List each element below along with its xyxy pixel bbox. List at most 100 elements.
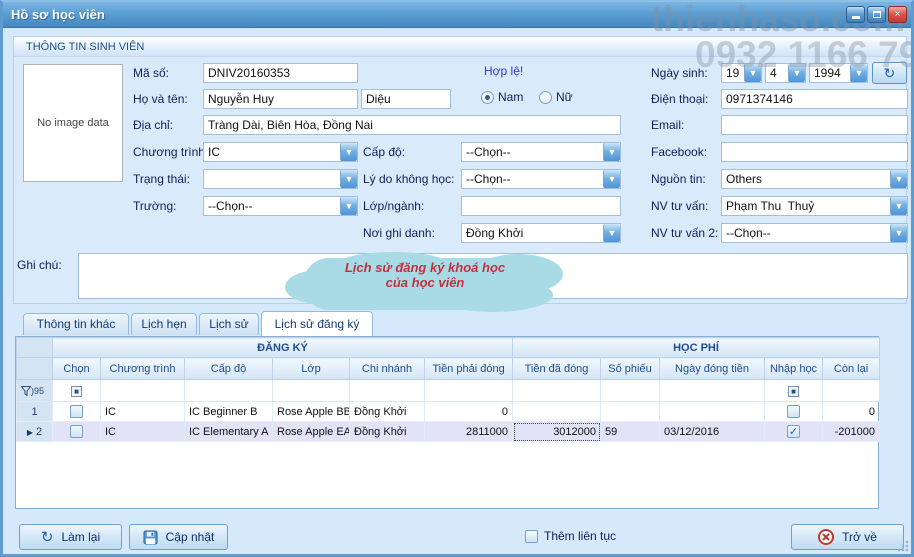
maximize-button[interactable] (867, 6, 886, 23)
label-nv-tu-van-2: NV tư vấn 2: (651, 226, 718, 240)
window-title: Hồ sơ học viên (11, 7, 105, 22)
band-hoc-phi: HỌC PHÍ (513, 338, 880, 358)
chevron-down-icon[interactable]: ▼ (340, 143, 357, 161)
tab-lich-hen[interactable]: Lịch hẹn (131, 313, 197, 335)
col-chi-nhanh[interactable]: Chi nhánh (350, 358, 425, 380)
phone-input[interactable] (721, 89, 908, 109)
focused-cell[interactable]: 3012000 (513, 422, 601, 442)
col-ngay-dong-tien[interactable]: Ngày đóng tiền (660, 358, 765, 380)
col-nhap-hoc[interactable]: Nhập học (765, 358, 823, 380)
radio-icon (481, 91, 494, 104)
gender-radio-nu[interactable]: Nữ (539, 90, 573, 104)
update-button[interactable]: Cập nhật (129, 524, 228, 550)
consultant2-combo[interactable]: --Chọn-- ▼ (721, 223, 908, 243)
label-ghi-chu: Ghi chú: (17, 258, 62, 272)
refresh-id-button[interactable]: ↻ (872, 62, 907, 84)
source-combo[interactable]: Others ▼ (721, 169, 908, 189)
tab-thong-tin-khac[interactable]: Thông tin khác (23, 313, 129, 335)
chevron-down-icon[interactable]: ▼ (890, 224, 907, 242)
enrollment-place-combo[interactable]: Đồng Khởi ▼ (461, 223, 621, 243)
col-chon[interactable]: Chọn (53, 358, 101, 380)
label-trang-thai: Trạng thái: (133, 172, 190, 186)
groupbox-title: THÔNG TIN SINH VIÊN (14, 37, 906, 57)
label-chuong-trinh: Chương trình: (133, 145, 208, 159)
label-nv-tu-van: NV tư vấn: (651, 199, 708, 213)
cancel-icon (818, 529, 834, 545)
tab-lich-su-dang-ky[interactable]: Lịch sử đăng ký (261, 311, 373, 336)
level-combo[interactable]: --Chọn-- ▼ (461, 142, 621, 162)
chevron-down-icon[interactable]: ▼ (340, 170, 357, 188)
col-so-phieu[interactable]: Số phiếu (601, 358, 660, 380)
filter-row: )95 ■ ■ (17, 380, 880, 402)
chevron-down-icon[interactable]: ▼ (603, 143, 620, 161)
address-input[interactable] (203, 115, 621, 135)
back-button[interactable]: Trở về (791, 524, 904, 550)
table-row: 1 IC IC Beginner B Rose Apple BB Đồng Kh… (17, 402, 880, 422)
table-row-selected: ▶ 2 IC IC Elementary A Rose Apple EA Đồn… (17, 422, 880, 442)
label-ly-do: Lý do không học: (363, 172, 454, 186)
first-name-input[interactable] (203, 89, 358, 109)
status-combo[interactable]: ▼ (203, 169, 358, 189)
col-chuong-trinh[interactable]: Chương trình (101, 358, 185, 380)
row-number[interactable]: 1 (17, 402, 53, 422)
col-tien-phai-dong[interactable]: Tiền phải đóng (425, 358, 513, 380)
col-lop[interactable]: Lớp (273, 358, 350, 380)
close-button[interactable]: × (888, 6, 907, 23)
refresh-icon: ↻ (41, 528, 54, 546)
chevron-down-icon[interactable]: ▼ (340, 197, 357, 215)
consultant-combo[interactable]: Phạm Thu Thuỷ ▼ (721, 196, 908, 216)
band-indicator (17, 338, 53, 358)
continuous-add-checkbox[interactable]: Thêm liên tục (525, 529, 616, 543)
filter-box-icon: ■ (788, 386, 799, 397)
radio-icon (539, 91, 552, 104)
enrolled-checkbox[interactable] (787, 405, 800, 418)
facebook-input[interactable] (721, 142, 908, 162)
resize-grip[interactable] (897, 540, 909, 552)
close-icon: × (895, 9, 901, 20)
valid-status-label: Hợp lệ! (484, 64, 523, 78)
reset-button[interactable]: ↻ Làm lại (19, 524, 122, 550)
chevron-down-icon[interactable]: ▼ (603, 224, 620, 242)
chevron-down-icon[interactable]: ▼ (890, 197, 907, 215)
class-major-input[interactable] (461, 196, 621, 216)
chevron-down-icon[interactable]: ▼ (603, 170, 620, 188)
label-nguon-tin: Nguồn tin: (651, 172, 706, 186)
last-name-input[interactable] (361, 89, 451, 109)
birth-year-combo[interactable]: 1994 ▼ (809, 63, 868, 83)
label-noi-ghi-danh: Nơi ghi danh: (363, 226, 435, 240)
registration-grid: ĐĂNG KÝ HỌC PHÍ Chọn Chương trình Cấp độ… (15, 336, 879, 509)
col-con-lai[interactable]: Còn lại (823, 358, 880, 380)
chevron-down-icon[interactable]: ▼ (788, 64, 805, 82)
row-number: 2 (36, 426, 42, 438)
filter-nhap-hoc[interactable]: ■ (765, 380, 823, 402)
label-facebook: Facebook: (651, 145, 707, 159)
tab-lich-su[interactable]: Lịch sử (199, 313, 259, 335)
gender-radio-nam[interactable]: Nam (481, 90, 523, 104)
birth-month-combo[interactable]: 4 ▼ (765, 63, 806, 83)
label-ma-so: Mã số: (133, 66, 169, 80)
chevron-down-icon[interactable]: ▼ (890, 170, 907, 188)
col-tien-da-dong[interactable]: Tiền đã đóng (513, 358, 601, 380)
label-ho-ten: Họ và tên: (133, 92, 188, 106)
band-dang-ky: ĐĂNG KÝ (53, 338, 513, 358)
col-cap-do[interactable]: Cấp độ (185, 358, 273, 380)
program-combo[interactable]: IC ▼ (203, 142, 358, 162)
chevron-down-icon[interactable]: ▼ (850, 64, 867, 82)
chevron-down-icon[interactable]: ▼ (744, 64, 761, 82)
reason-combo[interactable]: --Chọn-- ▼ (461, 169, 621, 189)
row-checkbox[interactable] (70, 405, 83, 418)
photo-placeholder-text: No image data (37, 117, 109, 129)
minimize-button[interactable] (846, 6, 865, 23)
label-lop-nganh: Lớp/ngành: (363, 199, 424, 213)
row-checkbox[interactable] (70, 425, 83, 438)
callout-line1: Lịch sử đăng ký khoá học (295, 260, 555, 275)
enrolled-checkbox[interactable] (787, 425, 800, 438)
school-combo[interactable]: --Chọn-- ▼ (203, 196, 358, 216)
birth-day-combo[interactable]: 19 ▼ (721, 63, 762, 83)
title-bar[interactable]: Hồ sơ học viên (3, 2, 911, 28)
filter-chon[interactable]: ■ (53, 380, 101, 402)
photo-placeholder[interactable]: No image data (23, 64, 123, 182)
email-input[interactable] (721, 115, 908, 135)
ma-so-input[interactable] (203, 63, 358, 83)
label-dien-thoai: Điện thoại: (651, 92, 708, 106)
